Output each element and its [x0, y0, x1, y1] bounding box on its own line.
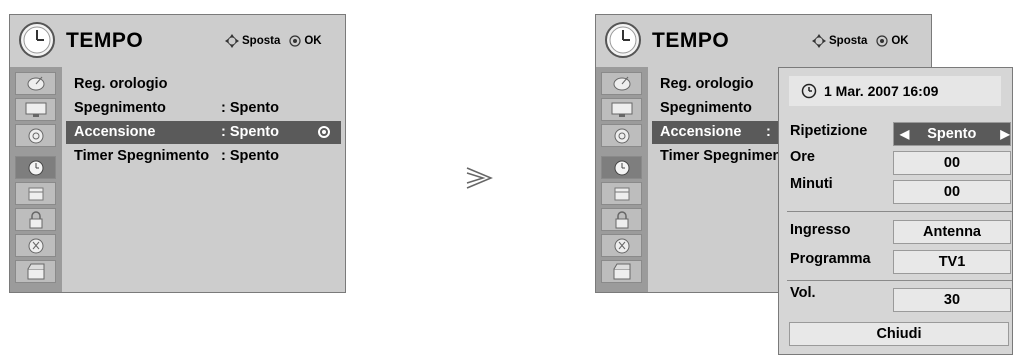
ok-button-icon [876, 35, 888, 47]
transition-arrow-icon [465, 165, 495, 196]
row-label: Accensione [74, 124, 156, 140]
nav-move-label: Sposta [242, 35, 281, 47]
program-label: Programma [790, 251, 871, 267]
menu-row-off-time[interactable]: Spegnimento : Spento [66, 97, 341, 120]
hours-field[interactable]: 00 [893, 151, 1011, 175]
input-field[interactable]: Antenna [893, 220, 1011, 244]
row-label: Accensione [660, 124, 742, 140]
satellite-icon[interactable] [15, 234, 56, 257]
nav-hint: Sposta OK [225, 34, 322, 48]
nav-hint: Sposta OK [812, 34, 909, 48]
divider [787, 280, 1012, 281]
divider [787, 211, 1012, 212]
menu-row-clock-set[interactable]: Reg. orologio [66, 73, 341, 96]
menu-title: TEMPO [66, 29, 144, 52]
menu-options: Reg. orologio Spegnimento : Spento Accen… [66, 67, 341, 292]
ok-button-icon [289, 35, 301, 47]
row-value: : Spento [221, 148, 279, 164]
row-label: Timer Spegnimento [74, 148, 210, 164]
clapperboard-icon[interactable] [15, 260, 56, 283]
close-button[interactable]: Chiudi [789, 322, 1009, 346]
antenna-dish-icon[interactable] [15, 72, 56, 95]
time-menu-left: TEMPO Sposta OK Reg. orologio Spegniment… [9, 14, 346, 293]
clapperboard-icon[interactable] [601, 260, 642, 283]
menu-row-on-time[interactable]: Accensione : Spento [66, 121, 341, 144]
clock-icon[interactable] [15, 156, 56, 179]
calendar-icon[interactable] [601, 182, 642, 205]
repeat-label: Ripetizione [790, 123, 868, 139]
row-value: : Spento [221, 124, 279, 140]
hours-label: Ore [790, 149, 815, 165]
clock-icon [19, 22, 55, 58]
move-arrows-icon [812, 34, 826, 48]
nav-ok-label: OK [891, 35, 909, 47]
current-datetime: 1 Mar. 2007 16:09 [789, 76, 1001, 106]
arrow-right-icon[interactable]: ▶ [1000, 127, 1009, 141]
antenna-dish-icon[interactable] [601, 72, 642, 95]
speaker-icon[interactable] [601, 124, 642, 147]
calendar-icon[interactable] [15, 182, 56, 205]
monitor-icon[interactable] [15, 98, 56, 121]
speaker-icon[interactable] [15, 124, 56, 147]
clock-icon [801, 83, 817, 99]
nav-ok-label: OK [304, 35, 322, 47]
volume-field[interactable]: 30 [893, 288, 1011, 312]
datetime-text: 1 Mar. 2007 16:09 [824, 83, 939, 99]
row-label: Reg. orologio [74, 76, 168, 92]
row-label: Spegnimento [74, 100, 166, 116]
padlock-icon[interactable] [601, 208, 642, 231]
row-label: Reg. orologio [660, 76, 754, 92]
satellite-icon[interactable] [601, 234, 642, 257]
row-label: Spegnimento [660, 100, 752, 116]
row-value: : Spento [221, 100, 279, 116]
row-value: : [766, 124, 771, 140]
repeat-selector[interactable]: ◀ Spento ▶ [893, 122, 1011, 146]
row-label: Timer Spegnimen [660, 148, 782, 164]
minutes-label: Minuti [790, 176, 833, 192]
menu-title: TEMPO [652, 29, 730, 52]
clock-icon[interactable] [601, 156, 642, 179]
menu-row-sleep-timer[interactable]: Timer Spegnimento : Spento [66, 145, 341, 168]
clock-icon [605, 22, 641, 58]
category-sidebar [10, 67, 62, 292]
move-arrows-icon [225, 34, 239, 48]
nav-move-label: Sposta [829, 35, 868, 47]
menu-header: TEMPO Sposta OK [596, 15, 931, 65]
minutes-field[interactable]: 00 [893, 180, 1011, 204]
menu-header: TEMPO Sposta OK [10, 15, 345, 65]
category-sidebar [596, 67, 648, 292]
volume-label: Vol. [790, 285, 816, 301]
padlock-icon[interactable] [15, 208, 56, 231]
arrow-left-icon[interactable]: ◀ [900, 127, 909, 141]
program-field[interactable]: TV1 [893, 250, 1011, 274]
input-label: Ingresso [790, 222, 851, 238]
repeat-value: Spento [927, 126, 977, 142]
monitor-icon[interactable] [601, 98, 642, 121]
on-time-popup: 1 Mar. 2007 16:09 Ripetizione ◀ Spento ▶… [778, 67, 1013, 355]
select-ok-icon [318, 126, 330, 138]
